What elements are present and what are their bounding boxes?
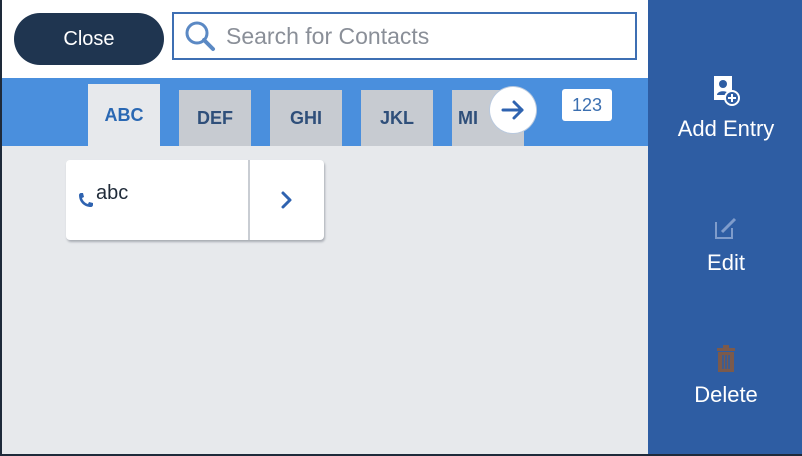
delete-label: Delete	[694, 382, 758, 407]
edit-label: Edit	[707, 250, 745, 275]
tab-abc[interactable]: ABC	[88, 84, 160, 146]
search-input[interactable]: Search for Contacts	[172, 12, 637, 60]
chevron-right-icon	[281, 191, 292, 209]
index-tab-strip: ABC DEF GHI JKL MI	[2, 78, 648, 146]
tab-ghi[interactable]: GHI	[270, 90, 342, 146]
contacts-screen: Close Search for Contacts ABC DEF GHI JK…	[0, 0, 802, 456]
search-placeholder: Search for Contacts	[226, 22, 430, 49]
contact-entry-button[interactable]: abc	[66, 160, 250, 240]
delete-button[interactable]: Delete	[648, 344, 802, 408]
scroll-tabs-right-button[interactable]	[490, 87, 536, 133]
action-sidebar: Add Entry Edit Delete	[648, 0, 802, 454]
add-contact-icon	[714, 76, 740, 106]
search-icon	[185, 21, 215, 51]
list-item: abc	[66, 160, 324, 240]
close-button[interactable]: Close	[14, 13, 164, 65]
tab-def[interactable]: DEF	[179, 90, 251, 146]
contact-name: abc	[96, 181, 129, 204]
trash-icon	[717, 345, 735, 372]
contact-detail-button[interactable]	[250, 160, 324, 240]
arrow-right-icon	[501, 100, 524, 120]
edit-icon	[715, 217, 737, 239]
top-bar: Close Search for Contacts	[2, 0, 648, 78]
edit-button[interactable]: Edit	[648, 214, 802, 276]
add-entry-button[interactable]: Add Entry	[648, 74, 802, 142]
phone-icon	[79, 193, 93, 207]
add-entry-label: Add Entry	[677, 116, 775, 141]
tab-jkl[interactable]: JKL	[361, 90, 433, 146]
tab-123[interactable]: 123	[562, 89, 612, 121]
